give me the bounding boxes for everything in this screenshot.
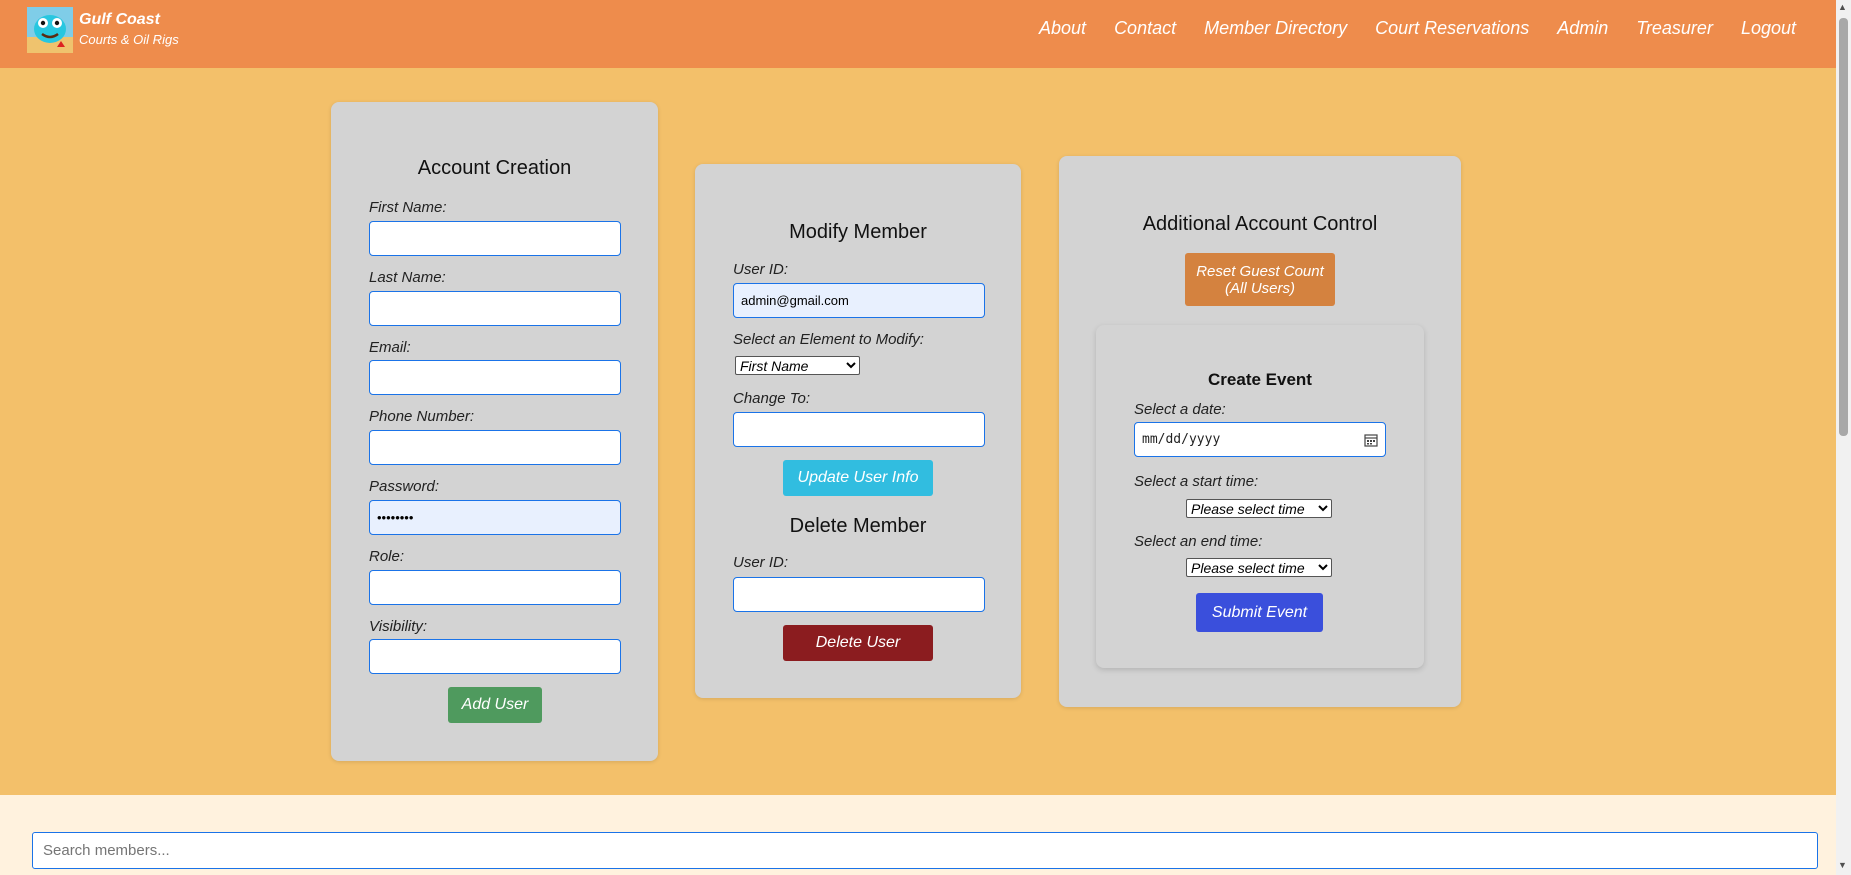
phone-label: Phone Number: xyxy=(369,408,475,425)
email-label: Email: xyxy=(369,339,411,356)
phone-input[interactable] xyxy=(369,430,621,465)
logo-icon xyxy=(27,7,73,53)
modify-member-title: Modify Member xyxy=(789,221,927,243)
change-to-input[interactable] xyxy=(733,412,985,447)
date-input[interactable]: mm/dd/yyyy xyxy=(1134,422,1386,457)
modify-element-select[interactable]: First Name xyxy=(735,356,860,375)
password-input[interactable] xyxy=(369,500,621,535)
visibility-label: Visibility: xyxy=(369,618,428,635)
nav-admin[interactable]: Admin xyxy=(1557,18,1608,39)
change-to-label: Change To: xyxy=(733,390,811,407)
last-name-label: Last Name: xyxy=(369,269,446,286)
start-time-select[interactable]: Please select time xyxy=(1186,499,1332,518)
update-user-info-button[interactable]: Update User Info xyxy=(783,460,933,496)
scroll-up-icon[interactable]: ▲ xyxy=(1838,2,1847,12)
create-event-title: Create Event xyxy=(1208,370,1312,389)
brand[interactable]: Gulf Coast Courts & Oil Rigs xyxy=(79,10,179,50)
first-name-input[interactable] xyxy=(369,221,621,256)
account-creation-card: Account Creation First Name: Last Name: … xyxy=(331,102,658,761)
role-input[interactable] xyxy=(369,570,621,605)
nav-court-reservations[interactable]: Court Reservations xyxy=(1375,18,1529,39)
search-members-input[interactable] xyxy=(32,832,1818,869)
nav-treasurer[interactable]: Treasurer xyxy=(1636,18,1713,39)
nav-logout[interactable]: Logout xyxy=(1741,18,1796,39)
email-input[interactable] xyxy=(369,360,621,395)
brand-title: Gulf Coast xyxy=(79,11,160,28)
account-creation-title: Account Creation xyxy=(417,157,572,179)
brand-subtitle: Courts & Oil Rigs xyxy=(79,32,179,47)
password-label: Password: xyxy=(369,478,440,495)
modify-element-label: Select an Element to Modify: xyxy=(733,331,924,348)
nav-member-directory[interactable]: Member Directory xyxy=(1204,18,1347,39)
create-event-card: Create Event Select a date: mm/dd/yyyy S… xyxy=(1096,325,1424,668)
additional-account-control-card: Additional Account Control Reset Guest C… xyxy=(1059,156,1461,707)
additional-control-title: Additional Account Control xyxy=(1142,213,1378,235)
start-time-label: Select a start time: xyxy=(1134,473,1259,490)
reset-guest-count-button[interactable]: Reset Guest Count (All Users) xyxy=(1185,253,1335,306)
nav-contact[interactable]: Contact xyxy=(1114,18,1176,39)
end-time-select[interactable]: Please select time xyxy=(1186,558,1332,577)
last-name-input[interactable] xyxy=(369,291,621,326)
modify-user-id-label: User ID: xyxy=(733,261,789,278)
modify-member-card: Modify Member User ID: Select an Element… xyxy=(695,164,1021,698)
calendar-icon[interactable] xyxy=(1364,433,1378,447)
delete-user-id-label: User ID: xyxy=(733,554,789,571)
date-label: Select a date: xyxy=(1134,401,1226,418)
scroll-down-icon[interactable]: ▼ xyxy=(1838,860,1847,870)
delete-member-title: Delete Member xyxy=(789,515,927,537)
add-user-button[interactable]: Add User xyxy=(448,687,542,723)
submit-event-button[interactable]: Submit Event xyxy=(1196,593,1323,632)
modify-user-id-input[interactable] xyxy=(733,283,985,318)
page-scrollbar[interactable]: ▲ ▼ xyxy=(1836,0,1851,875)
end-time-label: Select an end time: xyxy=(1134,533,1263,550)
delete-user-button[interactable]: Delete User xyxy=(783,625,933,661)
nav-links: About Contact Member Directory Court Res… xyxy=(1039,18,1796,39)
visibility-input[interactable] xyxy=(369,639,621,674)
delete-user-id-input[interactable] xyxy=(733,577,985,612)
first-name-label: First Name: xyxy=(369,199,447,216)
date-placeholder: mm/dd/yyyy xyxy=(1142,432,1221,447)
top-navbar: Gulf Coast Courts & Oil Rigs About Conta… xyxy=(0,0,1836,68)
scrollbar-thumb[interactable] xyxy=(1839,18,1848,436)
nav-about[interactable]: About xyxy=(1039,18,1086,39)
role-label: Role: xyxy=(369,548,405,565)
